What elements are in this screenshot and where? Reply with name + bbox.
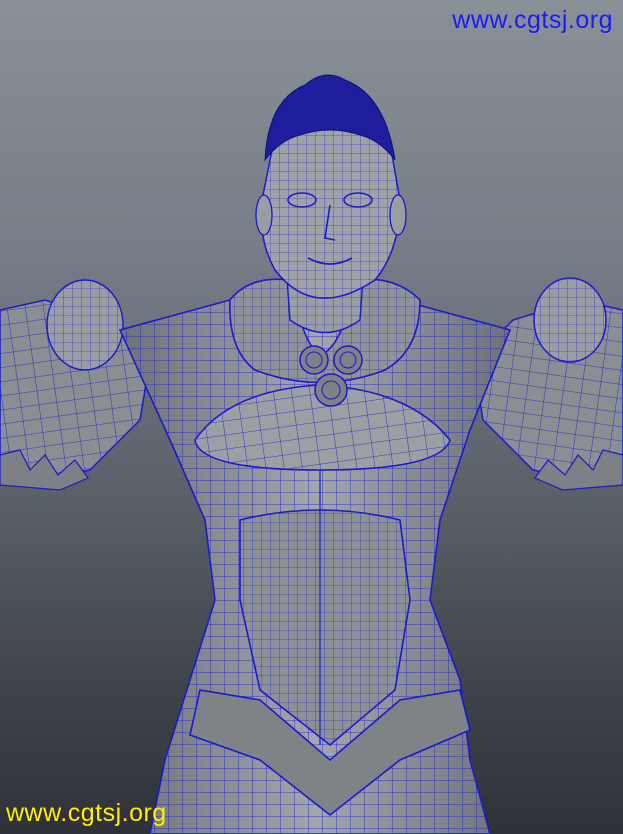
left-arm-mesh — [0, 279, 151, 491]
head-mesh — [255, 74, 407, 299]
torso-mesh — [118, 278, 512, 834]
watermark-top: www.cgtsj.org — [452, 6, 613, 34]
viewport-3d[interactable]: www.cgtsj.org www.cgtsj.org — [0, 0, 623, 834]
character-wireframe-model — [0, 74, 623, 834]
watermark-bottom: www.cgtsj.org — [6, 799, 167, 827]
right-arm-mesh — [472, 277, 623, 491]
